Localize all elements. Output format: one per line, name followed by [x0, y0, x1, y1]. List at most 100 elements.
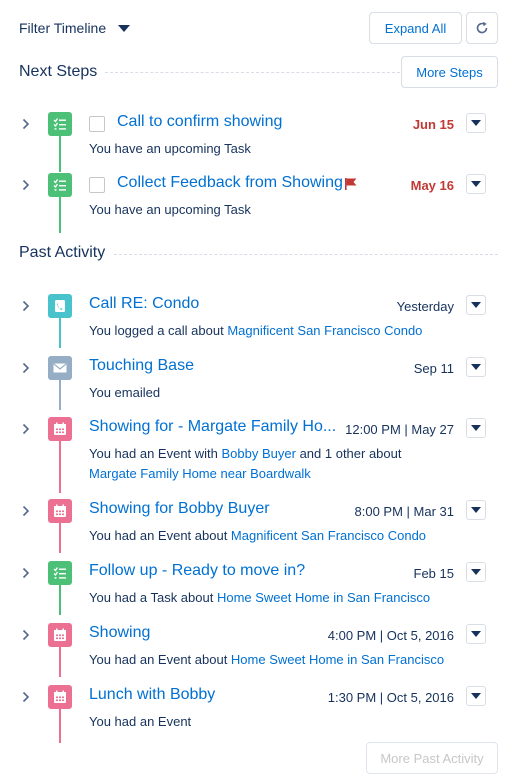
chevron-right-icon[interactable]	[20, 118, 32, 130]
timeline-item-title[interactable]: Showing for - Margate Family Ho...	[89, 418, 336, 436]
timeline-item-description: You had an Event with Bobby Buyer and 1 …	[89, 444, 469, 484]
timeline-connector	[59, 523, 61, 553]
event-icon	[48, 417, 72, 441]
item-actions-menu-button[interactable]	[466, 624, 486, 644]
event-icon	[48, 499, 72, 523]
description-text: You had an Event about	[89, 652, 231, 667]
description-text: You logged a call about	[89, 323, 228, 338]
filter-timeline-label: Filter Timeline	[19, 20, 107, 36]
item-actions-menu-button[interactable]	[466, 357, 486, 377]
more-steps-button[interactable]: More Steps	[401, 56, 498, 88]
event-icon	[48, 623, 72, 647]
timeline-item-description: You have an upcoming Task	[89, 139, 469, 159]
timeline-item: Lunch with Bobby 1:30 PM | Oct 5, 2016 You…	[0, 685, 516, 743]
timeline-item-title[interactable]: Collect Feedback from Showing	[117, 174, 343, 192]
item-actions-menu-button[interactable]	[466, 686, 486, 706]
chevron-right-icon[interactable]	[20, 691, 32, 703]
chevron-right-icon[interactable]	[20, 505, 32, 517]
filter-timeline-dropdown[interactable]: Filter Timeline	[19, 20, 131, 36]
task-icon	[48, 561, 72, 585]
timeline-item-description: You had a Task about Home Sweet Home in …	[89, 588, 469, 608]
caret-down-icon	[471, 364, 481, 370]
caret-down-icon	[471, 507, 481, 513]
caret-down-icon	[471, 631, 481, 637]
timeline-item-date: Jun 15	[412, 117, 454, 132]
timeline-item-title[interactable]: Follow up - Ready to move in?	[89, 562, 305, 580]
timeline-item-description: You had an Event about Magnificent San F…	[89, 526, 469, 546]
timeline-item: Call RE: Condo Yesterday You logged a call…	[0, 294, 516, 348]
description-text: You had a Task about	[89, 590, 217, 605]
timeline-connector	[59, 197, 61, 233]
chevron-right-icon[interactable]	[20, 423, 32, 435]
refresh-button[interactable]	[466, 12, 498, 44]
timeline-connector	[59, 136, 61, 172]
item-actions-menu-button[interactable]	[466, 113, 486, 133]
task-checkbox[interactable]	[89, 177, 105, 193]
chevron-right-icon[interactable]	[20, 179, 32, 191]
timeline-item-description: You had an Event	[89, 712, 469, 732]
related-record-link[interactable]: Home Sweet Home in San Francisco	[231, 652, 444, 667]
chevron-right-icon[interactable]	[20, 362, 32, 374]
timeline-item-title[interactable]: Touching Base	[89, 357, 194, 375]
related-record-link[interactable]: Home Sweet Home in San Francisco	[217, 590, 430, 605]
timeline-connector	[59, 441, 61, 493]
timeline-item: Call to confirm showing Jun 15 You have an…	[0, 112, 516, 172]
item-actions-menu-button[interactable]	[466, 500, 486, 520]
timeline-item-description: You logged a call about Magnificent San …	[89, 321, 469, 341]
timeline-item: Touching Base Sep 11 You emailed	[0, 356, 516, 410]
description-text: You have an upcoming Task	[89, 202, 251, 217]
description-text: You had an Event with	[89, 446, 222, 461]
related-record-link[interactable]: Margate Family Home near Boardwalk	[89, 466, 311, 481]
timeline-item-title[interactable]: Showing	[89, 624, 150, 642]
caret-down-icon	[471, 569, 481, 575]
task-checkbox[interactable]	[89, 116, 105, 132]
timeline-item: Follow up - Ready to move in? Feb 15 You h…	[0, 561, 516, 615]
timeline-item-date: 8:00 PM | Mar 31	[354, 504, 454, 519]
timeline-item-date: 1:30 PM | Oct 5, 2016	[327, 690, 454, 705]
timeline-item-date: Feb 15	[413, 566, 454, 581]
next-steps-heading: Next Steps	[19, 63, 104, 81]
item-actions-menu-button[interactable]	[466, 418, 486, 438]
related-record-link[interactable]: Bobby Buyer	[222, 446, 296, 461]
description-text: You had an Event	[89, 714, 192, 729]
timeline-item-date: Sep 11	[413, 361, 454, 376]
chevron-right-icon[interactable]	[20, 629, 32, 641]
expand-all-button[interactable]: Expand All	[369, 12, 462, 44]
timeline-item-title[interactable]: Call RE: Condo	[89, 295, 199, 313]
caret-down-icon	[471, 425, 481, 431]
refresh-icon	[476, 21, 488, 34]
task-icon	[48, 112, 72, 136]
description-text: You emailed	[89, 385, 161, 400]
chevron-right-icon[interactable]	[20, 300, 32, 312]
chevron-right-icon[interactable]	[20, 567, 32, 579]
item-actions-menu-button[interactable]	[466, 562, 486, 582]
timeline-item: Showing for - Margate Family Ho... 12:00 …	[0, 417, 516, 493]
timeline-item: Showing 4:00 PM | Oct 5, 2016 You had an E…	[0, 623, 516, 677]
timeline-item-title[interactable]: Lunch with Bobby	[89, 686, 215, 704]
timeline-connector	[59, 380, 61, 410]
timeline-item-date: 12:00 PM | May 27	[345, 422, 454, 437]
timeline-item-date: May 16	[410, 178, 454, 193]
description-text: You have an upcoming Task	[89, 141, 251, 156]
item-actions-menu-button[interactable]	[466, 174, 486, 194]
next-steps-divider	[105, 72, 400, 73]
related-record-link[interactable]: Magnificent San Francisco Condo	[231, 528, 426, 543]
timeline-item-description: You have an upcoming Task	[89, 200, 469, 220]
caret-down-icon	[471, 302, 481, 308]
item-actions-menu-button[interactable]	[466, 295, 486, 315]
timeline-item-title[interactable]: Showing for Bobby Buyer	[89, 500, 270, 518]
related-record-link[interactable]: Magnificent San Francisco Condo	[227, 323, 422, 338]
description-text: and 1 other about	[295, 446, 402, 461]
timeline-toolbar: Filter Timeline Expand All	[0, 0, 516, 56]
description-text: You had an Event about	[89, 528, 231, 543]
timeline-connector	[59, 647, 61, 677]
timeline-connector	[59, 585, 61, 615]
caret-down-icon	[471, 693, 481, 699]
timeline-item: Showing for Bobby Buyer 8:00 PM | Mar 31 Y…	[0, 499, 516, 553]
past-activity-heading: Past Activity	[19, 244, 112, 262]
caret-down-icon	[471, 120, 481, 126]
timeline-item: Collect Feedback from Showing May 16 You h…	[0, 173, 516, 233]
timeline-item-title[interactable]: Call to confirm showing	[117, 113, 282, 131]
timeline-connector	[59, 318, 61, 348]
more-past-activity-button[interactable]: More Past Activity	[366, 742, 498, 774]
